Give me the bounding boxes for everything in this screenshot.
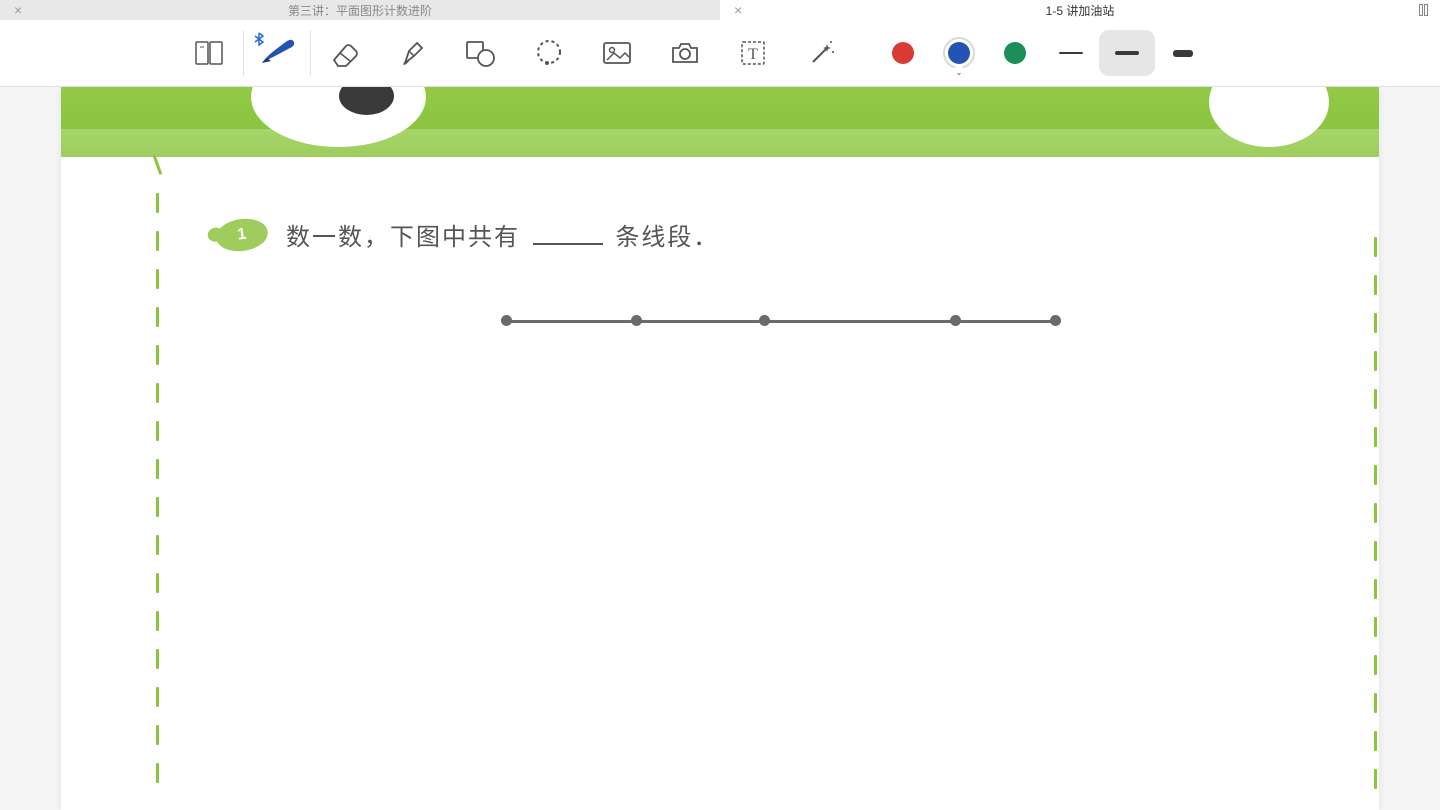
line-point — [759, 315, 770, 326]
canvas-area[interactable]: 1 数一数，下图中共有 条线段． — [0, 87, 1440, 810]
stroke-preview — [1173, 50, 1193, 57]
page-content: 1 数一数，下图中共有 条线段． — [61, 157, 1379, 372]
highlighter-tool-button[interactable] — [379, 30, 447, 76]
color-swatch — [892, 42, 914, 64]
tab-title: 第三讲：平面图形计数进阶 — [288, 2, 432, 19]
stroke-thick-button[interactable] — [1155, 30, 1211, 76]
close-icon[interactable]: × — [14, 2, 22, 18]
line-point — [631, 315, 642, 326]
lasso-tool-button[interactable] — [515, 30, 583, 76]
pen-tool-button[interactable] — [243, 30, 311, 76]
question-row: 1 数一数，下图中共有 条线段． — [216, 217, 1299, 252]
toolbar: T ⌄ — [0, 20, 1440, 87]
answer-blank — [533, 243, 603, 245]
stroke-thin-button[interactable] — [1043, 30, 1099, 76]
color-swatch — [1004, 42, 1026, 64]
bluetooth-icon — [254, 32, 264, 49]
chevron-down-icon: ⌄ — [953, 66, 965, 78]
color-green-button[interactable] — [987, 30, 1043, 76]
stroke-preview — [1115, 51, 1139, 55]
question-number-badge: 1 — [214, 215, 270, 254]
text-tool-button[interactable]: T — [719, 30, 787, 76]
magic-tool-button[interactable] — [787, 30, 855, 76]
line-point — [950, 315, 961, 326]
tab-bar: × 第三讲：平面图形计数进阶 × 1-5 讲加油站 — [0, 0, 1440, 20]
document-page: 1 数一数，下图中共有 条线段． — [61, 87, 1379, 810]
line-point — [1050, 315, 1061, 326]
page-view-button[interactable] — [175, 30, 243, 76]
camera-tool-button[interactable] — [651, 30, 719, 76]
tab-title: 1-5 讲加油站 — [1046, 2, 1115, 19]
image-tool-button[interactable] — [583, 30, 651, 76]
shapes-tool-button[interactable] — [447, 30, 515, 76]
color-blue-button[interactable]: ⌄ — [931, 30, 987, 76]
svg-text:T: T — [748, 46, 758, 63]
tab-lesson-3[interactable]: × 第三讲：平面图形计数进阶 — [0, 0, 720, 20]
line-segment-figure — [501, 312, 1061, 332]
split-view-icon[interactable] — [1419, 4, 1428, 16]
close-icon[interactable]: × — [734, 2, 742, 18]
line-point — [501, 315, 512, 326]
color-swatch — [948, 42, 970, 64]
stroke-preview — [1059, 52, 1083, 54]
tab-lesson-1-5[interactable]: × 1-5 讲加油站 — [720, 0, 1440, 20]
stroke-medium-button[interactable] — [1099, 30, 1155, 76]
question-text: 数一数，下图中共有 条线段． — [286, 217, 719, 252]
eraser-tool-button[interactable] — [311, 30, 379, 76]
color-red-button[interactable] — [875, 30, 931, 76]
page-header-banner — [61, 87, 1379, 157]
